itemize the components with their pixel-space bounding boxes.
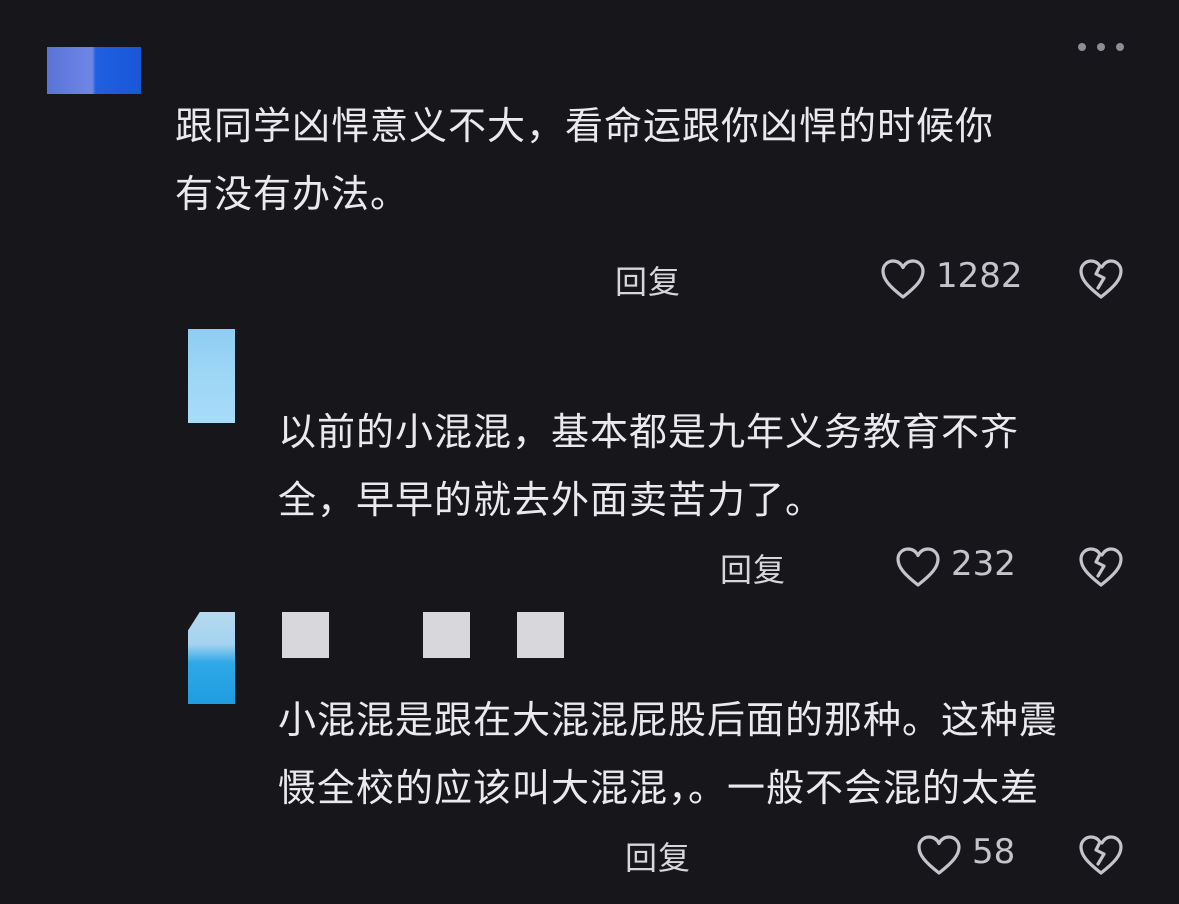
more-dot: [1078, 43, 1086, 51]
comment-line: 有没有办法。: [175, 172, 410, 216]
broken-heart-icon[interactable]: [1079, 834, 1123, 876]
comment-text: 跟同学凶悍意义不大，看命运跟你凶悍的时候你 有没有办法。: [175, 92, 994, 228]
more-dot: [1116, 43, 1124, 51]
reply-button[interactable]: 回复: [720, 545, 786, 591]
reply-button[interactable]: 回复: [625, 833, 691, 879]
broken-heart-icon[interactable]: [1079, 546, 1123, 588]
heart-icon[interactable]: [916, 834, 962, 876]
comment-line: 慑全校的应该叫大混混，。一般不会混的太差: [278, 766, 1040, 810]
username-redacted[interactable]: [423, 612, 470, 658]
reply-button[interactable]: 回复: [615, 257, 681, 303]
comment-line: 以前的小混混，基本都是九年义务教育不齐: [278, 410, 1020, 454]
heart-icon[interactable]: [880, 258, 926, 300]
avatar[interactable]: [188, 612, 235, 704]
comment-line: 全，早早的就去外面卖苦力了。: [278, 478, 825, 522]
username-redacted[interactable]: [517, 612, 564, 658]
more-dot: [1097, 43, 1105, 51]
broken-heart-icon[interactable]: [1079, 258, 1123, 300]
comment-text: 以前的小混混，基本都是九年义务教育不齐 全，早早的就去外面卖苦力了。: [278, 398, 1019, 534]
like-count: 58: [972, 832, 1016, 872]
like-count: 1282: [936, 256, 1023, 296]
avatar[interactable]: [188, 329, 235, 423]
comment-text: 小混混是跟在大混混屁股后面的那种。这种震 慑全校的应该叫大混混，。一般不会混的太…: [278, 686, 1058, 822]
more-options-button[interactable]: [1078, 36, 1124, 58]
like-count: 232: [951, 544, 1016, 584]
heart-icon[interactable]: [895, 546, 941, 588]
comment-line: 跟同学凶悍意义不大，看命运跟你凶悍的时候你: [175, 104, 995, 148]
username-redacted[interactable]: [282, 612, 329, 658]
comment-line: 小混混是跟在大混混屁股后面的那种。这种震: [278, 698, 1059, 742]
avatar[interactable]: [47, 47, 141, 94]
